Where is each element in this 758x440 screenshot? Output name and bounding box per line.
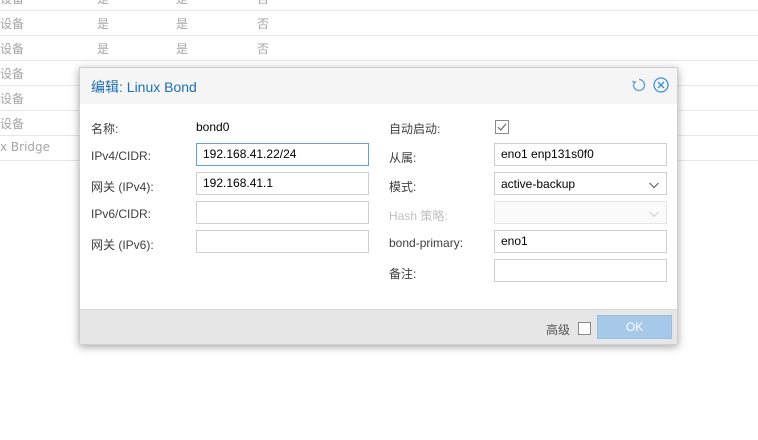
advanced-checkbox[interactable]: [578, 322, 591, 335]
close-icon[interactable]: [653, 77, 669, 93]
table-row: 设备 是 是 否: [0, 36, 758, 61]
ipv4-cidr-label: IPv4/CIDR:: [91, 149, 152, 163]
mode-label: 模式:: [389, 180, 417, 194]
table-cell-autostart: 是: [176, 17, 189, 31]
ipv6-cidr-label: IPv6/CIDR:: [91, 207, 152, 221]
table-cell-vlan: 否: [257, 17, 270, 31]
slaves-input[interactable]: eno1 enp131s0f0: [494, 143, 667, 166]
advanced-label: 高级: [546, 323, 571, 337]
slaves-label: 从属:: [389, 151, 417, 165]
table-cell-type: 设备: [0, 92, 25, 106]
autostart-checkbox[interactable]: [495, 120, 509, 134]
table-cell-type: 设备: [0, 17, 25, 31]
table-cell-active: 是: [97, 0, 109, 7]
table-row: 设备 是 是 否: [0, 11, 758, 36]
table-cell-type: 设备: [0, 42, 25, 56]
hash-policy-select: [494, 201, 667, 224]
bond-primary-input[interactable]: eno1: [494, 230, 667, 253]
table-cell-type: x Bridge: [0, 140, 51, 154]
table-cell-vlan: 否: [257, 0, 269, 7]
table-cell-active: 是: [97, 17, 110, 31]
table-cell-autostart: 是: [176, 0, 188, 7]
mode-select-value: active-backup: [501, 177, 576, 191]
table-cell-vlan: 否: [257, 42, 270, 56]
gateway-ipv4-input[interactable]: 192.168.41.1: [196, 172, 369, 195]
table-cell-type: 设备: [0, 117, 25, 131]
ipv4-cidr-input[interactable]: 192.168.41.22/24: [196, 143, 369, 166]
ok-button[interactable]: OK: [597, 315, 672, 339]
chevron-down-icon: [648, 208, 660, 218]
name-value: bond0: [196, 120, 230, 134]
table-cell-type: 设备: [0, 67, 25, 81]
comment-input[interactable]: [494, 259, 667, 282]
comment-label: 备注:: [389, 267, 417, 281]
gateway-ipv6-label: 网关 (IPv6):: [91, 238, 154, 252]
bond-primary-label: bond-primary:: [389, 236, 464, 250]
gateway-ipv6-input[interactable]: [196, 230, 369, 253]
ipv6-cidr-input[interactable]: [196, 201, 369, 224]
dialog-title: 编辑: Linux Bond: [91, 79, 197, 95]
dialog-footer: 高级 OK: [80, 309, 677, 344]
mode-select[interactable]: active-backup: [494, 172, 667, 195]
edit-linux-bond-dialog: 编辑: Linux Bond 名称: bond0 IPv4/CIDR: 192.…: [79, 67, 678, 345]
gateway-ipv4-label: 网关 (IPv4):: [91, 180, 154, 194]
table-row: 设备 是 是 否: [0, 0, 758, 11]
table-cell-active: 是: [97, 42, 110, 56]
hash-policy-label: Hash 策略:: [389, 209, 448, 223]
chevron-down-icon[interactable]: [648, 179, 660, 189]
table-cell-autostart: 是: [176, 42, 189, 56]
autostart-label: 自动启动:: [389, 122, 441, 136]
name-label: 名称:: [91, 122, 119, 136]
reset-icon[interactable]: [631, 77, 647, 93]
dialog-body: 名称: bond0 IPv4/CIDR: 192.168.41.22/24 网关…: [80, 104, 677, 309]
table-cell-type: 设备: [0, 0, 24, 7]
dialog-header[interactable]: 编辑: Linux Bond: [80, 68, 677, 104]
